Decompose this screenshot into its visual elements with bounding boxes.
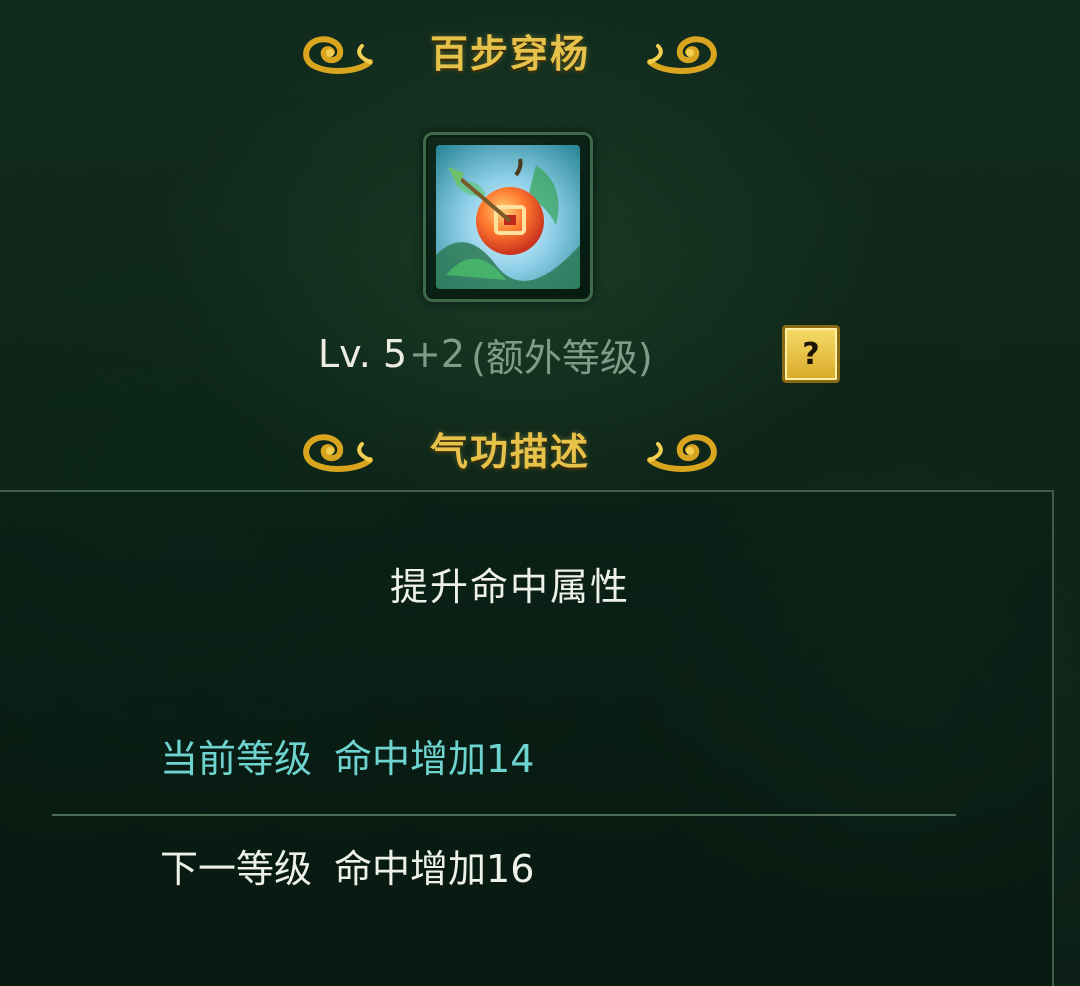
cloud-ornament-right-icon [644, 32, 720, 76]
skill-level: Lv. 5 +2 (额外等级) [318, 326, 653, 382]
next-level-effect: 命中增加16 [334, 847, 535, 891]
question-mark-icon: ? [802, 336, 820, 372]
skill-name-header: 百步穿杨 [300, 24, 720, 84]
target-apple-arrow-icon [436, 145, 580, 289]
next-level-row: 下一等级 命中增加16 [160, 838, 534, 893]
next-level-label: 下一等级 [160, 847, 313, 891]
current-level-label: 当前等级 [160, 737, 313, 781]
cloud-ornament-left-icon [300, 32, 376, 76]
skill-icon-frame [423, 132, 593, 302]
cloud-ornament-right-icon [644, 430, 720, 474]
level-extra-note: (额外等级) [471, 335, 653, 380]
cloud-ornament-left-icon [300, 430, 376, 474]
current-level-effect: 命中增加14 [334, 737, 535, 781]
description-title: 气功描述 [429, 430, 590, 474]
description-header: 气功描述 [300, 422, 720, 482]
level-divider [52, 814, 956, 816]
help-button[interactable]: ? [782, 325, 840, 383]
level-base: Lv. 5 [318, 332, 408, 376]
skill-name: 百步穿杨 [429, 32, 590, 76]
level-extra: +2 [409, 332, 466, 376]
description-summary: 提升命中属性 [389, 565, 630, 609]
current-level-row: 当前等级 命中增加14 [160, 728, 534, 783]
